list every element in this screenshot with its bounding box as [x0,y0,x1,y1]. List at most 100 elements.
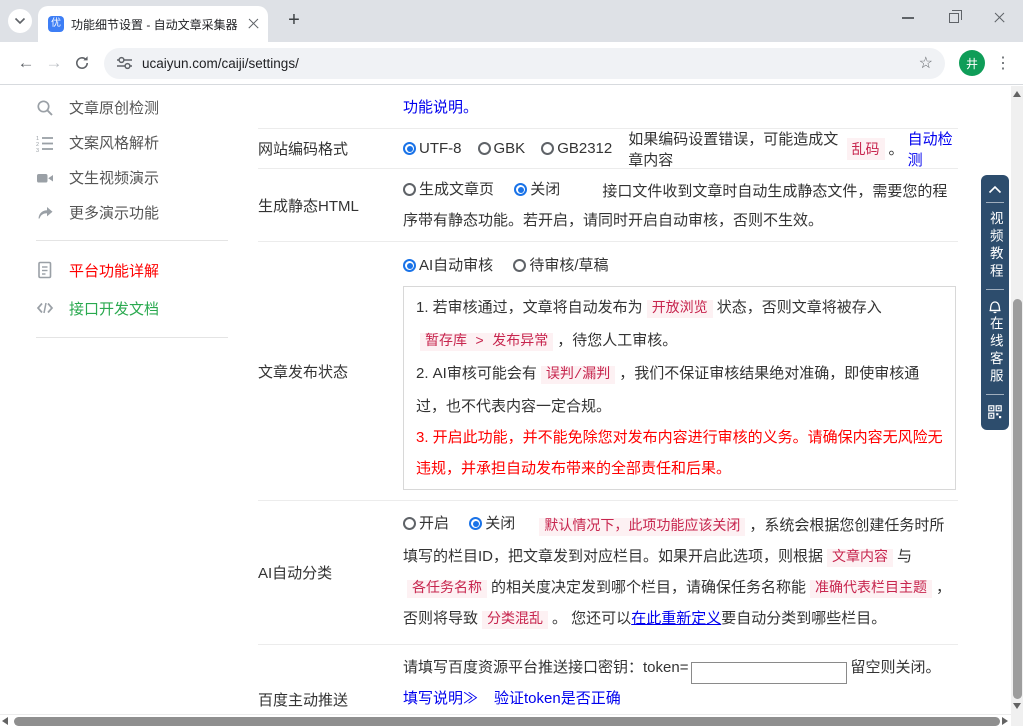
qr-code-icon[interactable] [988,405,1002,419]
scroll-down-arrow[interactable] [1013,703,1021,709]
bookmark-star-icon[interactable]: ☆ [919,53,933,73]
video-camera-icon [37,173,53,182]
tab-search-button[interactable] [8,9,32,33]
close-button[interactable] [977,0,1023,36]
scrollbar-corner [1011,714,1023,726]
radio-icon [403,517,416,530]
horizontal-scroll-thumb[interactable] [14,716,1000,726]
scroll-up-arrow[interactable] [1013,91,1021,97]
search-icon [37,99,53,116]
url-text[interactable]: ucaiyun.com/caiji/settings/ [142,56,919,71]
misjudge-highlight: 误判/漏判 [540,366,616,384]
site-settings-icon[interactable] [116,56,133,70]
sidebar-item-label: 文案风格解析 [69,135,160,152]
radio-option-gbk[interactable]: GBK [477,140,525,157]
address-bar[interactable]: ucaiyun.com/caiji/settings/ ☆ [104,47,945,79]
scroll-right-arrow[interactable] [1002,717,1008,725]
settings-table: 功能说明。 网站编码格式 UTF-8 GBK GB2312 如果编码设置错误，可… [258,86,958,714]
row-label: 网站编码格式 [258,141,349,158]
radio-option-utf8[interactable]: UTF-8 [403,140,462,157]
row-publish-state: 文章发布状态 AI自动审核 待审核/草稿 1. 若审核通过，文章将自动发布为 开放… [258,242,958,501]
fill-instructions-link[interactable]: 填写说明≫ [403,690,478,707]
sidebar-item-style-analysis[interactable]: 123 文案风格解析 [36,125,236,160]
staging-highlight: 暂存库 > 发布异常 [420,333,554,351]
auto-detect-link[interactable]: 自动检测 [908,128,958,170]
sidebar-item-platform-features[interactable]: 平台功能详解 [36,251,236,289]
token-prompt-text: 请填写百度资源平台推送接口密钥：token= [403,659,689,676]
vertical-scroll-thumb[interactable] [1012,299,1022,699]
reload-icon [76,56,88,69]
row-auto-classify: AI自动分类 开启 关闭 默认情况下，此项功能应该关闭 ，系统会根据您创建任务时所… [258,501,958,645]
sidebar-item-more-demos[interactable]: 更多演示功能 [36,195,236,230]
sidebar-item-label: 接口开发文档 [69,300,160,318]
tab-title: 功能细节设置 - 自动文章采集器 [71,17,238,32]
row-static-html: 生成静态HTML 生成文章页 关闭 接口文件收到文章时自动生成静态文件，需要您的… [258,169,958,242]
tab-close-icon[interactable] [248,18,260,30]
radio-icon [403,142,416,155]
browser-menu-button[interactable]: ⋮ [993,53,1013,73]
radio-icon [469,517,483,530]
radio-option-generate-page[interactable]: 生成文章页 [403,175,494,204]
sidebar-item-label: 文生视频演示 [69,170,160,187]
disclaimer-text: 3. 开启此功能，并不能免除您对发布内容进行审核的义务。请确保内容无风险无违规，… [416,429,943,477]
sidebar-item-label: 平台功能详解 [69,262,160,280]
token-input[interactable] [691,661,848,684]
feature-description-link[interactable]: 功能说明。 [403,93,478,122]
row-label: 百度主动推送 [258,691,349,709]
open-browse-highlight: 开放浏览 [646,300,713,318]
share-arrow-icon [38,206,53,218]
panel-divider [986,202,1004,203]
sidebar-item-text-to-video[interactable]: 文生视频演示 [36,160,236,195]
site-favicon: 优 [48,16,64,32]
new-tab-button[interactable]: + [280,7,308,35]
radio-icon [403,183,416,196]
row-feature-description: 功能说明。 [258,86,958,129]
radio-icon [513,259,527,272]
headset-bell-icon [989,301,1001,314]
garbled-highlight: 乱码 [846,137,885,160]
minimize-icon [902,17,914,19]
back-button[interactable]: ← [12,49,40,77]
sidebar-divider [36,240,228,241]
represent-topic-highlight: 准确代表栏目主题 [810,580,933,598]
radio-icon [514,183,528,196]
radio-option-on[interactable]: 开启 [403,509,449,538]
horizontal-scrollbar[interactable] [0,714,1011,726]
browser-tab[interactable]: 优 功能细节设置 - 自动文章采集器 [38,6,268,42]
radio-icon [541,142,555,155]
radio-option-ai-review[interactable]: AI自动审核 [403,251,493,280]
task-name-highlight: 各任务名称 [407,580,487,598]
radio-option-off[interactable]: 关闭 [514,175,560,204]
online-service-button[interactable]: 在线客服 [988,316,1003,386]
vertical-scrollbar[interactable] [1011,86,1023,714]
encoding-desc: 如果编码设置错误，可能造成文章内容 [628,130,839,169]
row-label: AI自动分类 [258,565,333,582]
panel-divider [986,394,1004,395]
browser-toolbar: ← → ucaiyun.com/caiji/settings/ ☆ 井 ⋮ [0,42,1023,85]
chaos-highlight: 分类混乱 [482,611,549,629]
scroll-left-arrow[interactable] [2,717,8,725]
close-icon [994,12,1006,25]
video-tutorial-button[interactable]: 视频教程 [988,211,1003,281]
restore-button[interactable] [931,0,977,36]
sidebar-divider [36,337,228,338]
sidebar-item-label: 更多演示功能 [69,205,160,222]
chevron-down-icon [14,17,26,25]
minimize-button[interactable] [885,0,931,36]
radio-option-off[interactable]: 关闭 [469,509,515,538]
profile-avatar[interactable]: 井 [959,50,985,76]
redefine-link[interactable]: 在此重新定义 [631,610,721,627]
verify-token-link[interactable]: 验证token是否正确 [494,690,621,707]
chevron-up-icon[interactable] [988,185,1002,194]
window-controls [885,0,1023,36]
radio-option-gb2312[interactable]: GB2312 [541,140,612,157]
reload-button[interactable] [68,49,96,77]
row-label: 生成静态HTML [258,197,359,215]
row-encoding: 网站编码格式 UTF-8 GBK GB2312 如果编码设置错误，可能造成文章内… [258,129,958,169]
radio-option-pending-draft[interactable]: 待审核/草稿 [513,251,609,280]
sidebar-item-api-docs[interactable]: 接口开发文档 [36,289,236,327]
row-label: 文章发布状态 [258,363,349,381]
floating-helper-panel: 视频教程 在线客服 [981,175,1009,430]
sidebar-item-originality-check[interactable]: 文章原创检测 [36,90,236,125]
row-label [258,86,403,128]
